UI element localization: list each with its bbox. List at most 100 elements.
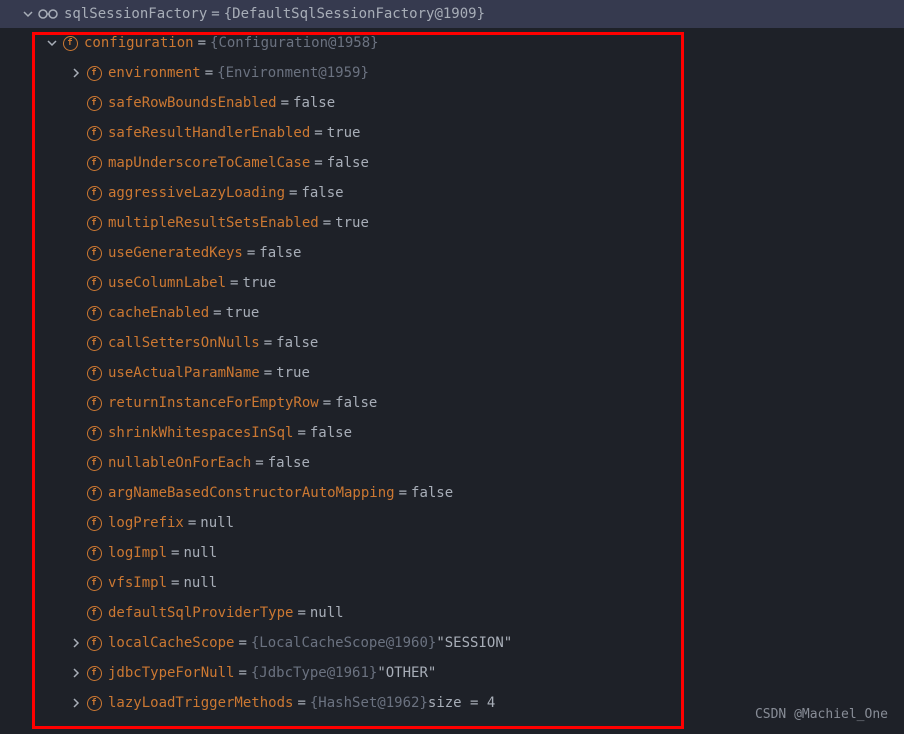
- variable-name: useActualParamName: [108, 365, 260, 381]
- field-value: true: [327, 125, 361, 141]
- type-hint: {Environment@1959}: [217, 65, 369, 81]
- equals-sign: =: [211, 6, 219, 22]
- field-icon: f: [86, 455, 102, 471]
- tree-row-configuration[interactable]: f configuration = {Configuration@1958}: [0, 28, 904, 58]
- equals-sign: =: [323, 395, 331, 411]
- equals-sign: =: [205, 65, 213, 81]
- variable-name: safeResultHandlerEnabled: [108, 125, 310, 141]
- tree-row-field[interactable]: f cacheEnabled = true: [0, 298, 904, 328]
- field-icon: f: [86, 515, 102, 531]
- equals-sign: =: [297, 695, 305, 711]
- tree-row-field[interactable]: fvfsImpl = null: [0, 568, 904, 598]
- tree-row-field[interactable]: freturnInstanceForEmptyRow = false: [0, 388, 904, 418]
- type-hint: {HashSet@1962}: [310, 695, 428, 711]
- field-value: false: [411, 485, 453, 501]
- chevron-right-icon[interactable]: [68, 665, 84, 681]
- tree-row-field[interactable]: fargNameBasedConstructorAutoMapping = fa…: [0, 478, 904, 508]
- tree-row-field[interactable]: f shrinkWhitespacesInSql = false: [0, 418, 904, 448]
- chevron-down-icon[interactable]: [44, 35, 60, 51]
- field-icon: f: [86, 185, 102, 201]
- equals-sign: =: [314, 125, 322, 141]
- field-icon: f: [86, 305, 102, 321]
- field-value: true: [242, 275, 276, 291]
- field-icon: f: [86, 155, 102, 171]
- field-value: null: [310, 605, 344, 621]
- variable-name: nullableOnForEach: [108, 455, 251, 471]
- equals-sign: =: [213, 305, 221, 321]
- field-icon: f: [86, 335, 102, 351]
- equals-sign: =: [264, 335, 272, 351]
- field-value: null: [183, 575, 217, 591]
- field-icon: f: [86, 425, 102, 441]
- equals-sign: =: [281, 95, 289, 111]
- field-value: size = 4: [428, 695, 495, 711]
- equals-sign: =: [238, 635, 246, 651]
- field-value: false: [276, 335, 318, 351]
- glasses-icon: [38, 8, 58, 20]
- tree-row-root[interactable]: sqlSessionFactory = {DefaultSqlSessionFa…: [0, 0, 904, 28]
- equals-sign: =: [230, 275, 238, 291]
- equals-sign: =: [255, 455, 263, 471]
- field-icon: f: [86, 695, 102, 711]
- equals-sign: =: [314, 155, 322, 171]
- tree-row-field[interactable]: f aggressiveLazyLoading = false: [0, 178, 904, 208]
- field-value: "SESSION": [436, 635, 512, 651]
- equals-sign: =: [171, 575, 179, 591]
- field-value: null: [183, 545, 217, 561]
- variable-name: shrinkWhitespacesInSql: [108, 425, 293, 441]
- variable-name: localCacheScope: [108, 635, 234, 651]
- variable-name: jdbcTypeForNull: [108, 665, 234, 681]
- field-value: false: [301, 185, 343, 201]
- variable-name: cacheEnabled: [108, 305, 209, 321]
- field-value: null: [200, 515, 234, 531]
- tree-row-field[interactable]: fdefaultSqlProviderType = null: [0, 598, 904, 628]
- variable-name: argNameBasedConstructorAutoMapping: [108, 485, 395, 501]
- variable-name: callSettersOnNulls: [108, 335, 260, 351]
- field-icon: f: [86, 95, 102, 111]
- tree-row-field[interactable]: fmapUnderscoreToCamelCase = false: [0, 148, 904, 178]
- variable-name: vfsImpl: [108, 575, 167, 591]
- field-icon: f: [86, 635, 102, 651]
- tree-row-field[interactable]: fjdbcTypeForNull = {JdbcType@1961} "OTHE…: [0, 658, 904, 688]
- type-value: {DefaultSqlSessionFactory@1909}: [224, 6, 485, 22]
- variable-name: safeRowBoundsEnabled: [108, 95, 277, 111]
- equals-sign: =: [297, 425, 305, 441]
- tree-row-field[interactable]: f callSettersOnNulls = false: [0, 328, 904, 358]
- tree-row-field[interactable]: flocalCacheScope = {LocalCacheScope@1960…: [0, 628, 904, 658]
- field-value: false: [310, 425, 352, 441]
- field-value: true: [276, 365, 310, 381]
- equals-sign: =: [297, 605, 305, 621]
- equals-sign: =: [171, 545, 179, 561]
- chevron-right-icon[interactable]: [68, 695, 84, 711]
- field-value: true: [226, 305, 260, 321]
- tree-row-field[interactable]: fenvironment = {Environment@1959}: [0, 58, 904, 88]
- tree-row-field[interactable]: f safeRowBoundsEnabled = false: [0, 88, 904, 118]
- tree-row-field[interactable]: flogImpl = null: [0, 538, 904, 568]
- field-value: false: [335, 395, 377, 411]
- tree-row-field[interactable]: fuseActualParamName = true: [0, 358, 904, 388]
- tree-row-field[interactable]: fuseGeneratedKeys = false: [0, 238, 904, 268]
- tree-row-field[interactable]: f nullableOnForEach = false: [0, 448, 904, 478]
- variable-name: lazyLoadTriggerMethods: [108, 695, 293, 711]
- field-value: false: [293, 95, 335, 111]
- tree-row-field[interactable]: fsafeResultHandlerEnabled = true: [0, 118, 904, 148]
- field-value: false: [268, 455, 310, 471]
- chevron-down-icon[interactable]: [20, 6, 36, 22]
- variable-name: sqlSessionFactory: [64, 6, 207, 22]
- variable-name: configuration: [84, 35, 194, 51]
- field-icon: f: [62, 35, 78, 51]
- tree-row-field[interactable]: fmultipleResultSetsEnabled = true: [0, 208, 904, 238]
- variable-name: defaultSqlProviderType: [108, 605, 293, 621]
- type-value: {Configuration@1958}: [210, 35, 379, 51]
- equals-sign: =: [289, 185, 297, 201]
- chevron-right-icon[interactable]: [68, 65, 84, 81]
- tree-row-field[interactable]: flogPrefix = null: [0, 508, 904, 538]
- type-hint: {JdbcType@1961}: [251, 665, 377, 681]
- chevron-right-icon[interactable]: [68, 635, 84, 651]
- equals-sign: =: [188, 515, 196, 531]
- variable-name: aggressiveLazyLoading: [108, 185, 285, 201]
- variable-name: returnInstanceForEmptyRow: [108, 395, 319, 411]
- field-icon: f: [86, 215, 102, 231]
- tree-row-field[interactable]: fuseColumnLabel = true: [0, 268, 904, 298]
- field-value: true: [335, 215, 369, 231]
